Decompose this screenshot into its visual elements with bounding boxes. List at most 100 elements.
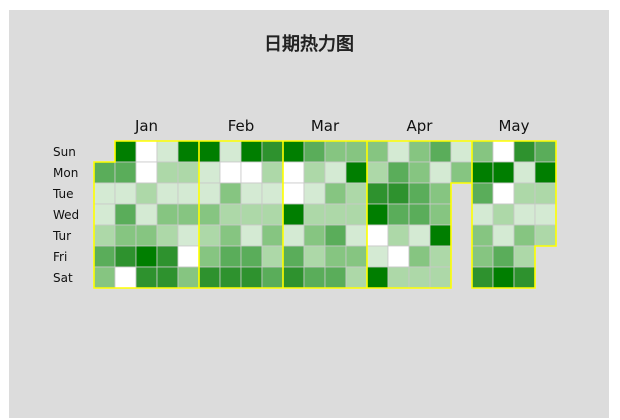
- heatmap-cell: [198, 182, 221, 205]
- heatmap-cell: [261, 224, 284, 247]
- weekday-label: Sat: [53, 271, 73, 285]
- heatmap-cell: [534, 140, 557, 163]
- weekday-labels: Sun Mon Tue Wed Tur Fri Sat: [52, 145, 79, 285]
- heatmap-cell: [345, 203, 368, 226]
- heatmap-cell: [240, 266, 263, 289]
- heatmap-cell: [261, 182, 284, 205]
- heatmap-cell: [198, 203, 221, 226]
- heatmap-cell: [366, 140, 389, 163]
- heatmap-cell: [135, 161, 158, 184]
- heatmap-cell: [492, 203, 515, 226]
- heatmap-cell: [198, 266, 221, 289]
- heatmap-cell: [261, 245, 284, 268]
- heatmap-cell: [513, 203, 536, 226]
- heatmap-cell: [471, 224, 494, 247]
- heatmap-cell: [177, 224, 200, 247]
- heatmap-cell: [114, 161, 137, 184]
- heatmap-cell: [303, 266, 326, 289]
- heatmap-cell: [156, 266, 179, 289]
- heatmap-cell: [471, 245, 494, 268]
- heatmap-cell: [492, 224, 515, 247]
- heatmap-cell: [240, 140, 263, 163]
- heatmap-cell: [345, 224, 368, 247]
- heatmap-cell: [114, 266, 137, 289]
- heatmap-cell: [177, 245, 200, 268]
- heatmap-cell: [219, 161, 242, 184]
- heatmap-cell: [135, 266, 158, 289]
- heatmap-cell: [156, 161, 179, 184]
- heatmap-cell: [492, 245, 515, 268]
- heatmap-cell: [219, 182, 242, 205]
- heatmap-cell: [240, 161, 263, 184]
- heatmap-cell: [450, 161, 473, 184]
- heatmap-cell: [492, 182, 515, 205]
- heatmap-cell: [387, 161, 410, 184]
- heatmap-cell: [219, 224, 242, 247]
- heatmap-cell: [93, 245, 116, 268]
- heatmap-cell: [324, 266, 347, 289]
- heatmap-cell: [282, 266, 305, 289]
- heatmap-cell: [156, 245, 179, 268]
- heatmap-cell: [177, 182, 200, 205]
- heatmap-cell: [219, 245, 242, 268]
- heatmap-cell: [303, 182, 326, 205]
- calendar-heatmap: 日期热力图 Jan Feb Mar Apr May Sun Mon Tue Wed Tur Fri…: [52, 33, 557, 289]
- heatmap-cell: [177, 266, 200, 289]
- month-label: Feb: [228, 117, 255, 135]
- heatmap-cell: [303, 161, 326, 184]
- heatmap-cell: [93, 266, 116, 289]
- heatmap-cell: [408, 140, 431, 163]
- heatmap-cell: [324, 140, 347, 163]
- heatmap-cell: [303, 203, 326, 226]
- heatmap-cell: [240, 224, 263, 247]
- heatmap-cell: [492, 161, 515, 184]
- heatmap-cell: [282, 140, 305, 163]
- heatmap-cell: [114, 224, 137, 247]
- heatmap-cell: [156, 182, 179, 205]
- heatmap-cell: [114, 140, 137, 163]
- heatmap-cell: [93, 224, 116, 247]
- heatmap-cell: [408, 266, 431, 289]
- heatmap-cell: [513, 266, 536, 289]
- heatmap-cell: [534, 182, 557, 205]
- heatmap-cell: [513, 161, 536, 184]
- heatmap-cell: [198, 140, 221, 163]
- heatmap-cell: [261, 140, 284, 163]
- heatmap-cell: [156, 224, 179, 247]
- heatmap-cell: [156, 140, 179, 163]
- heatmap-cell: [471, 182, 494, 205]
- heatmap-cell: [429, 266, 452, 289]
- weekday-label: Sun: [53, 145, 76, 159]
- heatmap-cell: [387, 224, 410, 247]
- heatmap-cell: [261, 266, 284, 289]
- heatmap-cell: [114, 182, 137, 205]
- heatmap-cell: [387, 203, 410, 226]
- heatmap-cell: [303, 140, 326, 163]
- heatmap-cell: [324, 245, 347, 268]
- heatmap-cell: [366, 224, 389, 247]
- heatmap-cell: [114, 203, 137, 226]
- heatmap-cell: [366, 245, 389, 268]
- heatmap-cells: [93, 140, 557, 289]
- heatmap-cell: [387, 266, 410, 289]
- heatmap-cell: [324, 161, 347, 184]
- heatmap-cell: [471, 140, 494, 163]
- heatmap-cell: [198, 224, 221, 247]
- heatmap-cell: [366, 161, 389, 184]
- heatmap-cell: [219, 266, 242, 289]
- heatmap-cell: [219, 140, 242, 163]
- heatmap-cell: [534, 224, 557, 247]
- heatmap-cell: [135, 182, 158, 205]
- heatmap-cell: [513, 182, 536, 205]
- heatmap-cell: [345, 182, 368, 205]
- heatmap-cell: [492, 140, 515, 163]
- heatmap-cell: [408, 203, 431, 226]
- chart-panel: 日期热力图 Jan Feb Mar Apr May Sun Mon Tue Wed Tur Fri…: [9, 10, 609, 418]
- heatmap-cell: [114, 245, 137, 268]
- heatmap-cell: [387, 245, 410, 268]
- heatmap-cell: [177, 140, 200, 163]
- weekday-label: Tue: [52, 187, 74, 201]
- heatmap-cell: [450, 140, 473, 163]
- heatmap-cell: [93, 161, 116, 184]
- heatmap-cell: [387, 182, 410, 205]
